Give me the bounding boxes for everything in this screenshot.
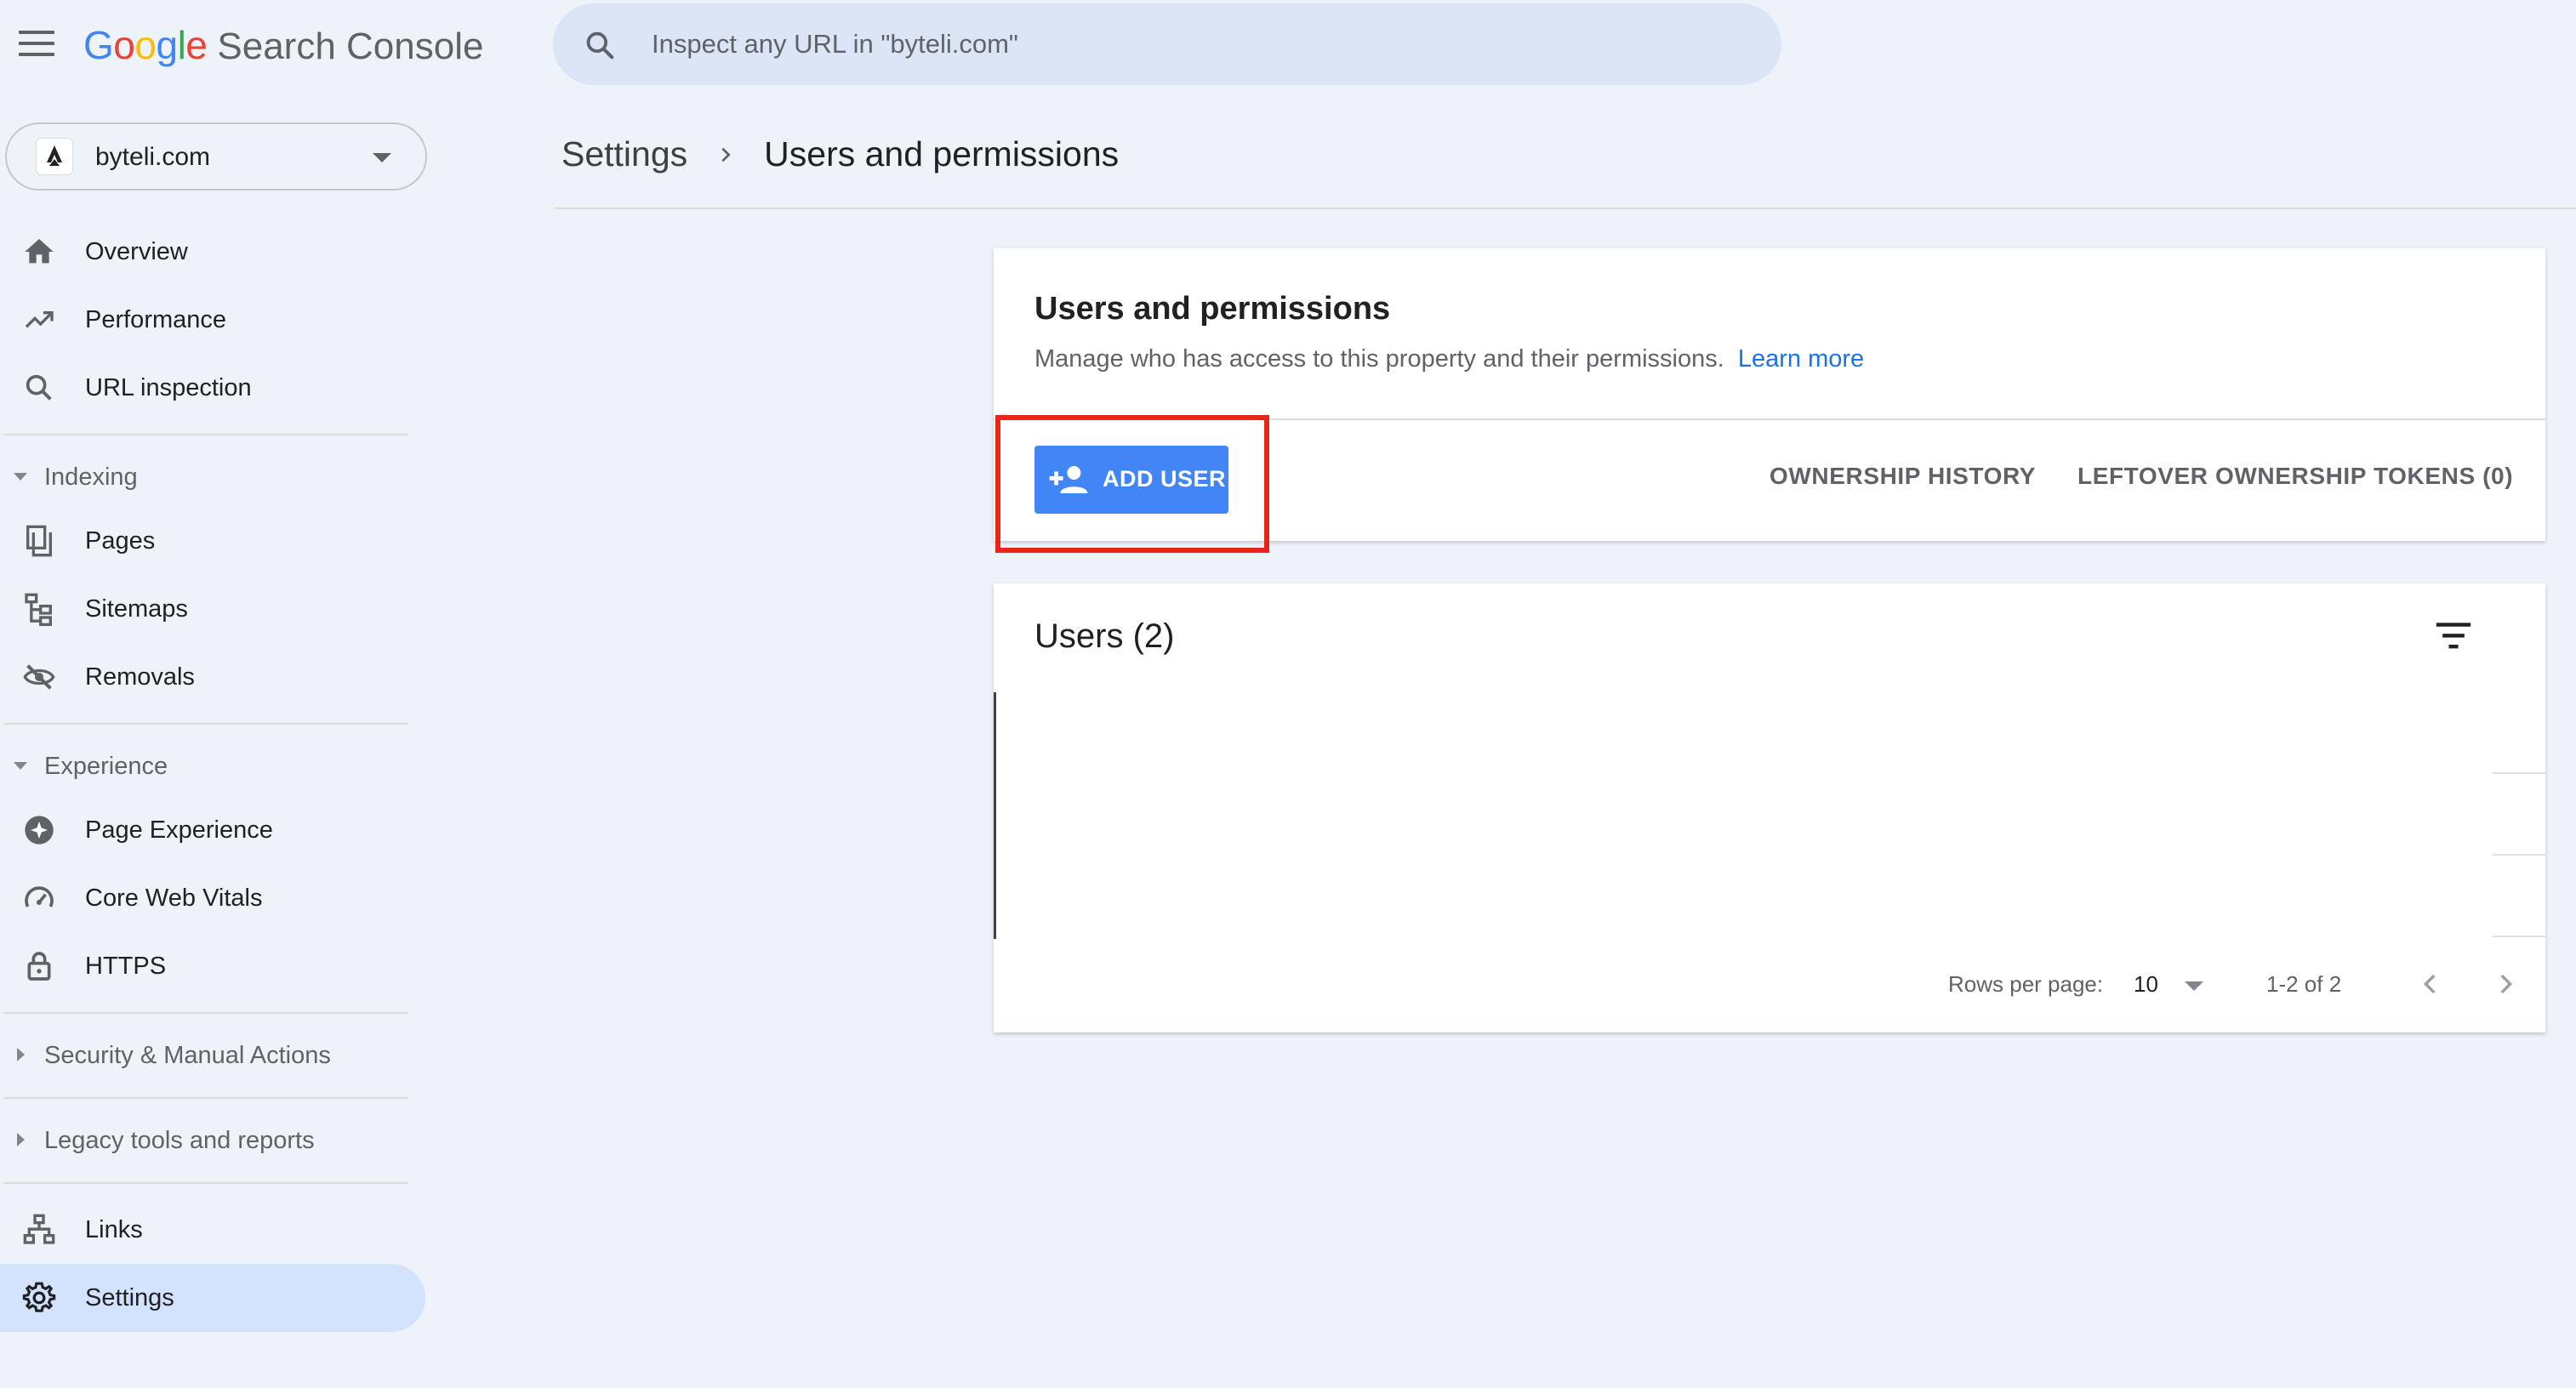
users-table-card: Users (2) Rows per page: 10 1-2 of 2 [994, 583, 2545, 1032]
header-divider [555, 208, 2576, 209]
sidebar-group-security[interactable]: Security & Manual Actions [0, 1026, 434, 1085]
sidebar-item-label: HTTPS [85, 952, 167, 980]
sidebar-divider [3, 1012, 408, 1014]
sidebar-item-https[interactable]: HTTPS [0, 932, 425, 1000]
person-add-icon [1049, 466, 1088, 493]
sidebar-item-label: Pages [85, 526, 156, 555]
gear-icon [22, 1282, 56, 1312]
sidebar-item-label: Sitemaps [85, 594, 188, 623]
links-icon [23, 1214, 55, 1244]
sidebar-item-core-web-vitals[interactable]: Core Web Vitals [0, 864, 425, 932]
property-favicon-icon [36, 138, 73, 175]
expand-less-icon [14, 473, 27, 481]
table-row-divider [2493, 772, 2545, 774]
sidebar-group-legacy[interactable]: Legacy tools and reports [0, 1111, 434, 1170]
table-row-divider [2493, 854, 2545, 856]
rows-per-page-select[interactable]: 10 [2134, 971, 2158, 998]
property-name: byteli.com [95, 143, 211, 171]
users-table-title: Users (2) [1034, 617, 1175, 655]
speedometer-icon [25, 886, 54, 907]
description-text: Manage who has access to this property a… [1034, 345, 1724, 373]
pagination-range: 1-2 of 2 [2266, 971, 2342, 997]
sidebar-item-label: Performance [85, 305, 227, 333]
chevron-right-icon [17, 1048, 25, 1061]
chevron-right-icon [17, 1133, 25, 1146]
sitemap-icon [25, 593, 52, 626]
card-description: Manage who has access to this property a… [1034, 345, 1864, 373]
sidebar-item-sitemaps[interactable]: Sitemaps [0, 575, 425, 643]
menu-icon-bar [19, 42, 54, 45]
sidebar-divider [3, 434, 408, 435]
sidebar-group-label: Security & Manual Actions [44, 1041, 331, 1069]
home-icon [25, 239, 54, 264]
previous-page-icon[interactable] [2416, 970, 2445, 998]
visibility-off-icon [23, 664, 55, 690]
lock-icon [27, 952, 51, 981]
sidebar-group-label: Indexing [44, 463, 138, 491]
breadcrumb: Settings Users and permissions [561, 134, 1119, 174]
leftover-ownership-tokens-button[interactable]: LEFTOVER OWNERSHIP TOKENS (0) [2077, 463, 2513, 490]
sidebar-item-label: Removals [85, 663, 195, 691]
table-row-divider [2493, 936, 2545, 937]
ownership-history-button[interactable]: OWNERSHIP HISTORY [1770, 463, 2036, 490]
main-menu-button[interactable] [19, 31, 54, 60]
sidebar-item-page-experience[interactable]: Page Experience [0, 796, 425, 864]
add-user-button[interactable]: ADD USER [1034, 446, 1228, 514]
url-inspection-search[interactable] [553, 3, 1781, 85]
search-icon [26, 374, 52, 401]
pages-icon [26, 525, 52, 557]
sidebar-item-overview[interactable]: Overview [0, 218, 425, 286]
table-edge-line [994, 692, 996, 939]
sidebar-divider [3, 1182, 408, 1184]
sidebar-group-experience[interactable]: Experience [0, 737, 434, 796]
sidebar-item-links[interactable]: Links [0, 1196, 425, 1264]
sidebar-item-label: Links [85, 1215, 143, 1243]
learn-more-link[interactable]: Learn more [1738, 345, 1864, 373]
rows-per-page-label: Rows per page: [1948, 971, 2104, 997]
users-permissions-card: Users and permissions Manage who has acc… [994, 248, 2545, 541]
chevron-down-icon[interactable] [2185, 981, 2203, 991]
google-wordmark: Google [83, 23, 208, 67]
sidebar-item-url-inspection[interactable]: URL inspection [0, 354, 425, 422]
property-logo-icon [47, 145, 62, 166]
breadcrumb-settings-link[interactable]: Settings [561, 134, 687, 174]
sidebar-item-label: Page Experience [85, 816, 273, 844]
product-logo[interactable]: Google Search Console [83, 22, 483, 70]
sidebar-item-performance[interactable]: Performance [0, 286, 425, 354]
page-title: Users and permissions [764, 134, 1120, 174]
sidebar-group-indexing[interactable]: Indexing [0, 447, 434, 507]
sidebar-item-label: Core Web Vitals [85, 884, 263, 912]
sidebar-divider [3, 723, 408, 725]
chevron-right-icon [721, 147, 731, 162]
sidebar-item-label: Overview [85, 237, 188, 265]
sidebar-item-removals[interactable]: Removals [0, 643, 425, 711]
sidebar-item-pages[interactable]: Pages [0, 507, 425, 575]
search-input[interactable] [652, 22, 1741, 66]
search-icon[interactable] [584, 29, 616, 61]
sidebar-nav: Overview Performance URL inspection Inde… [0, 218, 434, 1332]
trending-up-icon [25, 311, 54, 328]
menu-icon-bar [19, 53, 54, 56]
chevron-down-icon [373, 153, 391, 162]
search-console-app: Google Search Console byteli.com Overvie… [0, 0, 2576, 1388]
page-experience-icon [25, 816, 54, 845]
sidebar-item-label: Settings [85, 1283, 174, 1311]
expand-less-icon [14, 762, 27, 770]
filter-list-icon[interactable] [2435, 619, 2472, 651]
property-selector[interactable]: byteli.com [5, 122, 427, 191]
card-divider [994, 418, 2545, 420]
sidebar-divider [3, 1097, 408, 1099]
card-title: Users and permissions [1034, 291, 1391, 327]
add-user-label: ADD USER [1103, 466, 1227, 492]
next-page-icon[interactable] [2491, 970, 2520, 998]
sidebar-item-label: URL inspection [85, 373, 252, 401]
sidebar-group-label: Legacy tools and reports [44, 1126, 315, 1154]
sidebar-item-settings[interactable]: Settings [0, 1264, 425, 1332]
menu-icon-bar [19, 31, 54, 34]
product-name: Search Console [217, 26, 484, 67]
sidebar-group-label: Experience [44, 752, 168, 780]
